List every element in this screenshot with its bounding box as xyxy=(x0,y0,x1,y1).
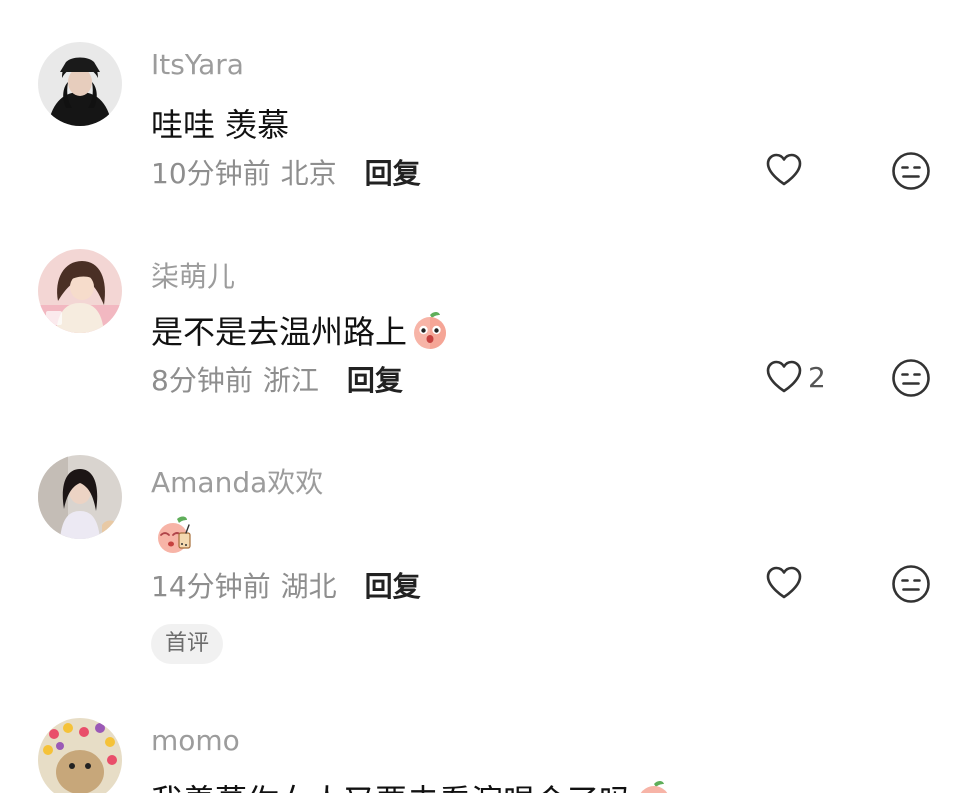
comment-location: 北京 xyxy=(280,157,337,190)
like-count: 2 xyxy=(808,360,826,394)
comment-item: 柒萌儿 是不是去温州路上 8分钟前 浙江 回复 2 xyxy=(0,249,960,399)
dislike-button[interactable] xyxy=(890,357,932,399)
comment-text-content: 是不是去温州路上 xyxy=(151,313,408,351)
username[interactable]: 柒萌儿 xyxy=(151,255,235,295)
comment-time: 8分钟前 xyxy=(151,364,253,397)
first-comment-badge: 首评 xyxy=(151,624,224,664)
user-avatar[interactable] xyxy=(38,455,122,539)
comment-meta: 8分钟前 浙江 回复 xyxy=(151,359,403,399)
dislike-button[interactable] xyxy=(890,150,932,192)
peach-surprised-emoji xyxy=(633,778,675,793)
heart-outline-icon xyxy=(764,150,804,190)
user-avatar[interactable] xyxy=(38,249,122,333)
unamused-face-icon xyxy=(890,150,932,192)
username[interactable]: ItsYara xyxy=(151,48,244,81)
peach-drinking-emoji xyxy=(153,513,195,555)
username[interactable]: momo xyxy=(151,724,240,757)
peach-surprised-emoji xyxy=(409,309,451,351)
comment-item: Amanda欢欢 14分钟前 湖北 回复 首评 xyxy=(0,455,960,670)
comment-meta: 10分钟前 北京 回复 xyxy=(151,152,421,192)
comment-text: 是不是去温州路上 xyxy=(151,307,451,353)
dislike-button[interactable] xyxy=(890,563,932,605)
comment-location: 湖北 xyxy=(280,570,337,603)
comment-text xyxy=(151,513,195,555)
comment-item: momo 我羡慕你女人又要去看演唱会了吗 xyxy=(0,718,960,793)
comment-meta: 14分钟前 湖北 回复 xyxy=(151,565,421,605)
like-button[interactable] xyxy=(764,563,808,603)
reply-button[interactable]: 回复 xyxy=(365,152,421,192)
like-button[interactable] xyxy=(764,150,808,190)
comment-text-content: 我羡慕你女人又要去看演唱会了吗 xyxy=(151,776,631,793)
reply-button[interactable]: 回复 xyxy=(347,359,403,399)
username[interactable]: Amanda欢欢 xyxy=(151,461,323,501)
comment-time: 14分钟前 xyxy=(151,570,271,603)
user-avatar[interactable] xyxy=(38,42,122,126)
user-avatar[interactable] xyxy=(38,718,122,793)
like-button[interactable]: 2 xyxy=(764,357,826,397)
comment-item: ItsYara 哇哇 羡慕 10分钟前 北京 回复 xyxy=(0,42,960,192)
comment-text: 我羡慕你女人又要去看演唱会了吗 xyxy=(151,776,675,793)
comment-location: 浙江 xyxy=(262,364,319,397)
reply-button[interactable]: 回复 xyxy=(365,565,421,605)
comment-time: 10分钟前 xyxy=(151,157,271,190)
unamused-face-icon xyxy=(890,357,932,399)
comment-text: 哇哇 羡慕 xyxy=(151,100,289,146)
unamused-face-icon xyxy=(890,563,932,605)
heart-outline-icon xyxy=(764,563,804,603)
comment-text-content: 哇哇 羡慕 xyxy=(151,106,290,144)
heart-outline-icon xyxy=(764,357,804,397)
comment-feed: ItsYara 哇哇 羡慕 10分钟前 北京 回复 柒萌儿 是不是去温州路上 8… xyxy=(0,0,960,793)
